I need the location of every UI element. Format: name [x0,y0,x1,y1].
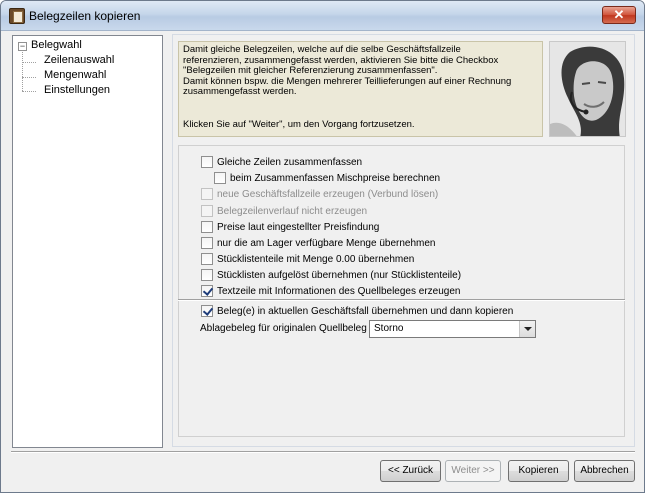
storage-document-label: Ablagebeleg für originalen Quellbeleg [200,323,367,334]
options-separator [178,299,625,301]
option-label: Stücklisten aufgelöst übernehmen (nur St… [217,270,462,281]
option-label: beim Zusammenfassen Mischpreise berechne… [230,173,441,184]
collapse-toggle-icon[interactable]: − [18,42,27,51]
app-icon [9,8,25,24]
storage-document-value: Storno [374,323,404,334]
support-agent-photo [549,41,626,137]
nav-item-belegwahl[interactable]: Belegwahl [31,39,82,51]
tree-connector [22,77,36,78]
option-lager-menge-checkbox[interactable] [201,237,213,249]
option-lager-menge[interactable]: nur die am Lager verfügbare Menge überne… [201,237,435,251]
nav-item-einstellungen[interactable]: Einstellungen [44,84,110,96]
chevron-down-icon[interactable] [519,321,535,337]
option-mischpreise-checkbox[interactable] [214,172,226,184]
option-mischpreise[interactable]: beim Zusammenfassen Mischpreise berechne… [214,172,440,186]
option-preisfindung-checkbox[interactable] [201,221,213,233]
option-label: Preise laut eingestellter Preisfindung [217,222,380,233]
option-neue-geschaeftsfallzeile: neue Geschäftsfallzeile erzeugen (Verbun… [201,188,438,202]
option-stuecklistenteile[interactable]: Stücklistenteile mit Menge 0.00 übernehm… [201,253,414,267]
info-box: Damit gleiche Belegzeilen, welche auf di… [178,41,543,137]
support-agent-image [550,42,625,136]
footer-separator [11,451,635,453]
cancel-button[interactable]: Abbrechen [574,460,635,482]
option-gleiche-zeilen[interactable]: Gleiche Zeilen zusammenfassen [201,156,362,170]
option-textzeile-quellbeleg[interactable]: Textzeile mit Informationen des Quellbel… [201,285,460,299]
back-button[interactable]: << Zurück [380,460,441,482]
option-stuecklisten-aufgeloest-checkbox[interactable] [201,269,213,281]
option-stuecklistenteile-checkbox[interactable] [201,253,213,265]
option-beleg-uebernehmen[interactable]: Beleg(e) in aktuellen Geschäftsfall über… [201,305,513,319]
window-title: Belegzeilen kopieren [29,9,141,23]
option-label: Belegzeilenverlauf nicht erzeugen [217,206,368,217]
option-belegzeilenverlauf: Belegzeilenverlauf nicht erzeugen [201,205,367,219]
option-preisfindung[interactable]: Preise laut eingestellter Preisfindung [201,221,379,235]
option-label: neue Geschäftsfallzeile erzeugen (Verbun… [217,189,439,200]
option-label: Stücklistenteile mit Menge 0.00 übernehm… [217,254,415,265]
option-label: Textzeile mit Informationen des Quellbel… [217,286,461,297]
option-label: Beleg(e) in aktuellen Geschäftsfall über… [217,306,514,317]
info-hint: Klicken Sie auf "Weiter", um den Vorgang… [183,118,415,130]
option-beleg-uebernehmen-checkbox[interactable] [201,305,213,317]
option-label: nur die am Lager verfügbare Menge überne… [217,238,436,249]
nav-item-zeilenauswahl[interactable]: Zeilenauswahl [44,54,114,66]
title-bar[interactable]: Belegzeilen kopieren ✕ [1,1,644,31]
option-label: Gleiche Zeilen zusammenfassen [217,157,363,168]
tree-connector [22,91,36,92]
option-belegzeilenverlauf-checkbox [201,205,213,217]
option-stuecklisten-aufgeloest[interactable]: Stücklisten aufgelöst übernehmen (nur St… [201,269,461,283]
close-button[interactable]: ✕ [602,6,636,24]
option-gleiche-zeilen-checkbox[interactable] [201,156,213,168]
wizard-nav-tree: − Belegwahl Zeilenauswahl Mengenwahl Ein… [12,35,163,448]
info-text: Damit gleiche Belegzeilen, welche auf di… [183,44,461,55]
tree-connector [22,62,36,63]
nav-item-mengenwahl[interactable]: Mengenwahl [44,69,106,81]
storage-document-select[interactable]: Storno [369,320,536,338]
next-button: Weiter >> [445,460,501,482]
copy-button[interactable]: Kopieren [508,460,569,482]
option-neue-geschaeftsfallzeile-checkbox [201,188,213,200]
info-text: zusammengefasst werden. [183,86,297,98]
tree-connector [22,52,23,91]
option-textzeile-quellbeleg-checkbox[interactable] [201,285,213,297]
